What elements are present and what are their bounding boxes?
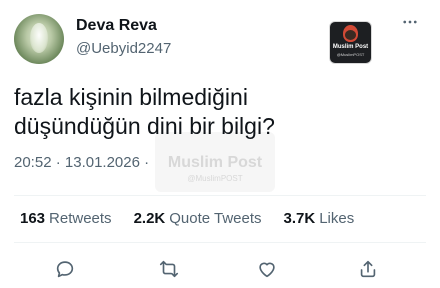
logo-figure xyxy=(343,25,358,42)
watermark-name: Muslim Post xyxy=(167,154,263,171)
author-display-name[interactable]: Deva Reva xyxy=(76,17,157,35)
quote-tweets-stat[interactable]: 2.2K Quote Tweets xyxy=(134,210,262,227)
logo-name: Muslim Post xyxy=(332,44,369,50)
tweet-line-1: fazla kişinin bilmediğini xyxy=(14,84,248,110)
quote-tweets-label: Quote Tweets xyxy=(169,210,262,227)
more-options-icon[interactable] xyxy=(398,12,422,32)
author-avatar[interactable] xyxy=(14,14,64,64)
reply-icon[interactable] xyxy=(51,255,79,283)
watermark-handle: @MuslimPOST xyxy=(187,174,243,183)
retweets-count: 163 xyxy=(20,210,46,227)
muslim-post-logo: Muslim Post @MuslimPOST xyxy=(329,21,372,64)
retweet-icon[interactable] xyxy=(155,255,183,283)
retweets-stat[interactable]: 163 Retweets xyxy=(20,210,112,227)
likes-stat[interactable]: 3.7K Likes xyxy=(284,210,355,227)
like-icon[interactable] xyxy=(253,255,281,283)
quote-tweets-count: 2.2K xyxy=(133,210,166,227)
avatar-orb xyxy=(30,23,48,53)
logo-handle: @MuslimPOST xyxy=(336,52,365,57)
tweet-text: fazla kişinin bilmediğini düşündüğün din… xyxy=(14,83,424,141)
action-bar xyxy=(0,255,440,283)
tweet-time[interactable]: 20:52 xyxy=(14,154,52,171)
tweet-date[interactable]: 13.01.2026 xyxy=(65,154,140,171)
divider-top xyxy=(14,195,426,196)
tweet-line-2: düşündüğün dini bir bilgi? xyxy=(14,113,275,139)
author-handle[interactable]: @Uebyid2247 xyxy=(76,40,171,57)
watermark: Muslim Post @MuslimPOST xyxy=(155,132,275,192)
likes-count: 3.7K xyxy=(283,210,316,227)
meta-separator-2: · xyxy=(144,154,150,171)
likes-label: Likes xyxy=(319,210,355,227)
engagement-stats: 163 Retweets 2.2K Quote Tweets 3.7K Likes xyxy=(20,210,376,227)
meta-separator: · xyxy=(55,154,61,171)
tweet-meta: 20:52 · 13.01.2026 · xyxy=(14,154,149,171)
divider-bottom xyxy=(14,242,426,243)
retweets-label: Retweets xyxy=(49,210,112,227)
share-icon[interactable] xyxy=(354,255,382,283)
